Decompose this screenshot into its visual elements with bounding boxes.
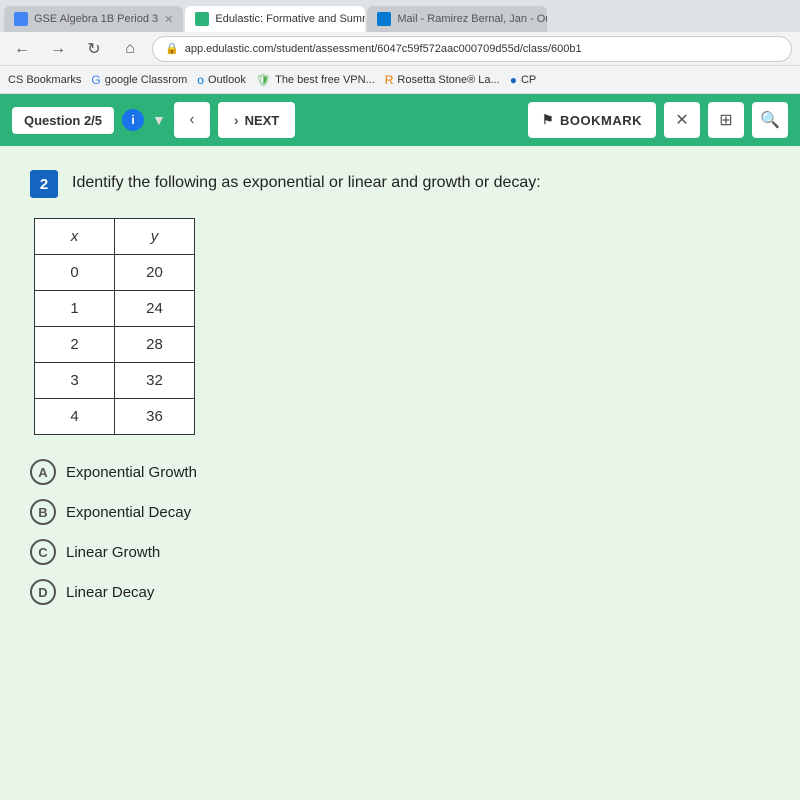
search-icon: 🔍 [760, 110, 780, 130]
next-arrow-icon: › [234, 112, 239, 128]
reload-button[interactable]: ↻ [80, 35, 108, 63]
lock-icon: 🔒 [165, 42, 179, 55]
search-button[interactable]: 🔍 [752, 102, 788, 138]
address-box[interactable]: 🔒 app.edulastic.com/student/assessment/6… [152, 36, 792, 62]
option-key-d: D [38, 585, 47, 600]
prev-button[interactable]: ‹ [174, 102, 210, 138]
table-cell-y1: 24 [115, 291, 195, 327]
tab-label-mail: Mail - Ramirez Bernal, Jan - Out... [397, 13, 547, 25]
table-cell-x1: 1 [35, 291, 115, 327]
table-header-y: y [115, 219, 195, 255]
table-row: 0 20 [35, 255, 195, 291]
bookmark-vpn-label: The best free VPN... [275, 74, 375, 86]
question-header: 2 Identify the following as exponential … [30, 170, 770, 198]
bookmark-outlook-label: Outlook [208, 74, 246, 86]
answer-option-d[interactable]: D Linear Decay [30, 579, 770, 605]
outlook-icon: o [197, 73, 204, 87]
tab-favicon-gse [14, 12, 28, 26]
table-cell-y3: 32 [115, 363, 195, 399]
tab-edulastic[interactable]: Edulastic: Formative and Summ... ✕ [185, 6, 365, 32]
vpn-icon: 🛡 [256, 73, 271, 87]
rosetta-icon: R [385, 73, 394, 87]
tab-label-gse: GSE Algebra 1B Period 3 [34, 13, 158, 25]
tab-favicon-mail [377, 12, 391, 26]
option-circle-a: A [30, 459, 56, 485]
option-circle-c: C [30, 539, 56, 565]
table-row: 4 36 [35, 399, 195, 435]
tab-close-gse[interactable]: ✕ [164, 13, 173, 26]
answer-option-c[interactable]: C Linear Growth [30, 539, 770, 565]
tab-gse[interactable]: GSE Algebra 1B Period 3 ✕ [4, 6, 183, 32]
table-row: 3 32 [35, 363, 195, 399]
option-label-d: Linear Decay [66, 584, 154, 601]
table-row: 2 28 [35, 327, 195, 363]
address-bar-row: ← → ↻ ⌂ 🔒 app.edulastic.com/student/asse… [0, 32, 800, 66]
option-circle-b: B [30, 499, 56, 525]
table-header-x: x [35, 219, 115, 255]
question-indicator-text: Question 2/5 [24, 113, 102, 128]
home-button[interactable]: ⌂ [116, 35, 144, 63]
option-key-b: B [38, 505, 47, 520]
bookmark-vpn[interactable]: 🛡 The best free VPN... [256, 73, 375, 87]
option-label-b: Exponential Decay [66, 504, 191, 521]
table-cell-y2: 28 [115, 327, 195, 363]
table-row: 1 24 [35, 291, 195, 327]
main-content: 2 Identify the following as exponential … [0, 146, 800, 800]
info-button[interactable]: i [122, 109, 144, 131]
google-icon: G [91, 73, 100, 87]
bookmark-google[interactable]: G google Classrom [91, 73, 187, 87]
browser-tabs: GSE Algebra 1B Period 3 ✕ Edulastic: For… [0, 0, 800, 32]
grid-icon: ⊞ [719, 110, 732, 130]
bookmark-flag-icon: ⚑ [542, 112, 554, 128]
question-text: Identify the following as exponential or… [72, 170, 541, 194]
bookmark-label: BOOKMARK [560, 113, 642, 128]
next-label: NEXT [245, 113, 280, 128]
bookmarks-bar: CS Bookmarks G google Classrom o Outlook… [0, 66, 800, 94]
option-label-a: Exponential Growth [66, 464, 197, 481]
address-text: app.edulastic.com/student/assessment/604… [185, 43, 582, 55]
close-button[interactable]: ✕ [664, 102, 700, 138]
info-icon: i [131, 113, 134, 127]
table-cell-x0: 0 [35, 255, 115, 291]
edu-toolbar: Question 2/5 i ▼ ‹ › NEXT ⚑ BOOKMARK ✕ ⊞… [0, 94, 800, 146]
table-cell-y0: 20 [115, 255, 195, 291]
bookmark-outlook[interactable]: o Outlook [197, 73, 246, 87]
forward-button[interactable]: → [44, 35, 72, 63]
table-cell-x4: 4 [35, 399, 115, 435]
next-button[interactable]: › NEXT [218, 102, 295, 138]
option-circle-d: D [30, 579, 56, 605]
bookmark-google-label: google Classrom [105, 74, 188, 86]
question-indicator: Question 2/5 [12, 107, 114, 134]
bookmark-button[interactable]: ⚑ BOOKMARK [528, 102, 656, 138]
tab-label-edulastic: Edulastic: Formative and Summ... [215, 13, 365, 25]
option-key-c: C [38, 545, 47, 560]
bookmark-cs[interactable]: CS Bookmarks [8, 74, 81, 86]
tab-favicon-edulastic [195, 12, 209, 26]
bookmark-cs-label: CS Bookmarks [8, 74, 81, 86]
question-number-badge: 2 [30, 170, 58, 198]
bookmark-rosetta[interactable]: R Rosetta Stone® La... [385, 73, 500, 87]
table-cell-y4: 36 [115, 399, 195, 435]
tab-mail[interactable]: Mail - Ramirez Bernal, Jan - Out... ✕ [367, 6, 547, 32]
bookmark-rosetta-label: Rosetta Stone® La... [397, 74, 499, 86]
option-label-c: Linear Growth [66, 544, 160, 561]
bookmark-cp[interactable]: ● CP [510, 73, 537, 87]
answer-option-b[interactable]: B Exponential Decay [30, 499, 770, 525]
answer-choices: A Exponential Growth B Exponential Decay… [30, 459, 770, 605]
grid-button[interactable]: ⊞ [708, 102, 744, 138]
option-key-a: A [38, 465, 47, 480]
back-button[interactable]: ← [8, 35, 36, 63]
prev-icon: ‹ [189, 111, 194, 129]
bookmark-cp-label: CP [521, 74, 536, 86]
data-table: x y 0 20 1 24 2 28 3 32 4 36 [34, 218, 195, 435]
cp-icon: ● [510, 73, 517, 87]
table-cell-x2: 2 [35, 327, 115, 363]
question-number: 2 [40, 176, 48, 193]
chevron-down-icon: ▼ [152, 112, 166, 128]
answer-option-a[interactable]: A Exponential Growth [30, 459, 770, 485]
table-cell-x3: 3 [35, 363, 115, 399]
close-icon: ✕ [675, 110, 688, 130]
